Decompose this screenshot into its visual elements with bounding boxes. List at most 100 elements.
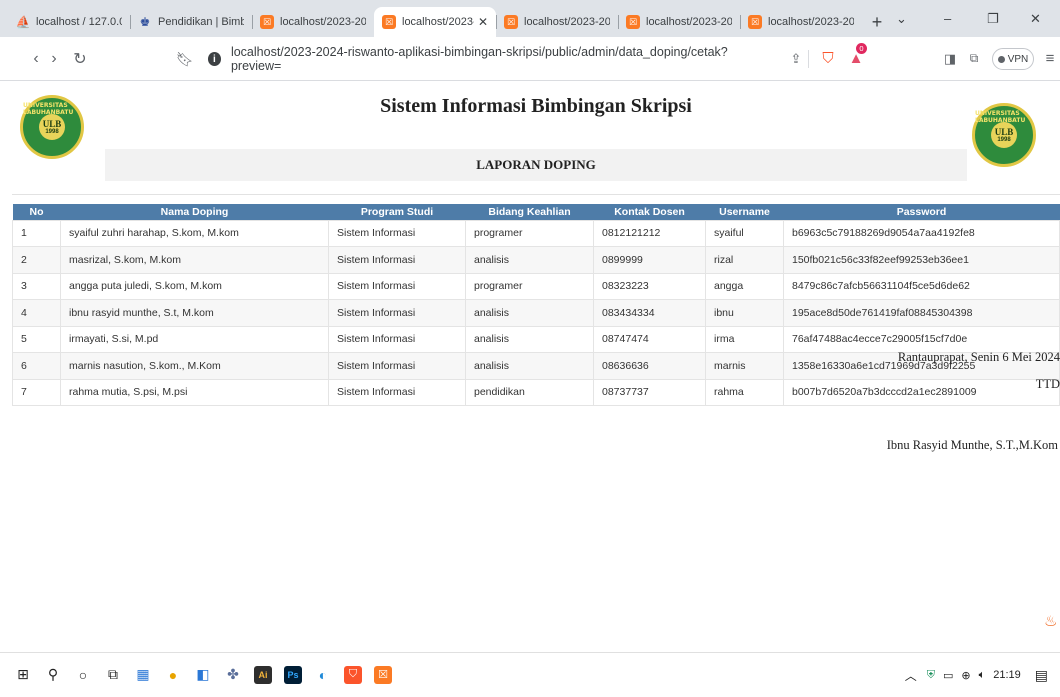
tab-pendidikan[interactable]: ♚ Pendidikan | Bimbing <box>130 7 252 37</box>
table-cell: Sistem Informasi <box>328 246 466 274</box>
table-cell: analisis <box>465 325 594 353</box>
close-window-button[interactable]: ✕ <box>1030 0 1050 37</box>
table-cell: marnis nasution, S.kom., M.Kom <box>60 352 329 380</box>
university-logo-right: UNIVERSITAS LABUHANBATU ULB 1998 <box>972 103 1036 167</box>
xampp-icon: ☒ <box>260 15 274 29</box>
table-row: 2 masrizal, S.kom, M.kom Sistem Informasi a… <box>12 246 1060 274</box>
bookmark-icon[interactable]: 🔖︎ <box>176 51 194 68</box>
vpn-button[interactable]: VPN <box>992 48 1034 70</box>
report-system-title: Sistem Informasi Bimbingan Skripsi <box>380 95 692 117</box>
table-cell: Sistem Informasi <box>328 272 466 300</box>
minimize-button[interactable]: – <box>944 0 964 37</box>
store-icon[interactable]: ▦ <box>134 666 152 684</box>
pendidikan-icon: ♚ <box>139 15 151 29</box>
tab-title: localhost/2023-2 <box>402 16 474 28</box>
photoshop-icon[interactable]: Ps <box>284 665 302 684</box>
wallet-icon[interactable]: ⧉ <box>962 47 986 71</box>
table-cell: b6963c5c79188269d9054a7aa4192fe8 <box>783 219 1060 247</box>
tab-title: localhost/2023-2024 <box>524 16 610 28</box>
table-row: 1 syaiful zuhri harahap, S.kom, M.kom Sist… <box>12 219 1060 247</box>
table-cell: irma <box>705 325 784 353</box>
table-cell: 76af47488ac4ecce7c29005f15cf7d0e <box>783 325 1060 353</box>
network-icon[interactable]: ⊕ <box>961 669 970 682</box>
windows-start-icon[interactable]: ⊞ <box>14 666 32 684</box>
tab-localhost-4[interactable]: ☒ localhost/2023-2024 <box>618 7 740 37</box>
table-cell: rahma mutia, S.psi, M.psi <box>60 378 329 406</box>
tab-search-chevron-icon[interactable]: ⌄ <box>896 0 916 37</box>
tab-title: localhost/2023-2024 <box>768 16 854 28</box>
column-header: Kontak Dosen <box>593 204 706 220</box>
table-cell: programer <box>465 272 594 300</box>
close-icon[interactable]: ✕ <box>478 15 488 29</box>
table-cell: programer <box>465 219 594 247</box>
forward-button[interactable]: › <box>42 47 66 71</box>
system-tray: ︿ ⛨ ▭ ⊕ 🔈︎ 21:19 ▤ <box>905 653 1060 697</box>
table-cell: 5 <box>12 325 61 353</box>
table-cell: irmayati, S.si, M.pd <box>60 325 329 353</box>
address-bar[interactable]: 🔖︎ i localhost/2023-2024-riswanto-aplika… <box>176 45 746 73</box>
security-icon[interactable]: ⛨ <box>927 669 935 682</box>
flame-icon[interactable]: ♨ <box>1044 612 1057 630</box>
report-header: UNIVERSITAS LABUHANBATU ULB 1998 Sistem … <box>12 87 1060 195</box>
place-date: Rantauprapat, Senin 6 Mei 2024 <box>897 350 1060 364</box>
tab-localhost-3[interactable]: ☒ localhost/2023-2024 <box>496 7 618 37</box>
cortana-icon[interactable]: ○ <box>74 666 92 684</box>
tab-title: localhost / 127.0.0.1 <box>36 16 122 28</box>
table-cell: angga puta juledi, S.kom, M.kom <box>60 272 329 300</box>
volume-icon[interactable]: 🔈︎ <box>979 669 986 682</box>
windows-taskbar: ⊞ ⚲ ○ ⧉ ▦ ● ◧ ✤ Ai Ps ◐ ⛉ ☒ ︿ ⛨ ▭ ⊕ 🔈︎ 2… <box>0 652 1060 696</box>
table-cell: pendidikan <box>465 378 594 406</box>
table-cell: analisis <box>465 352 594 380</box>
table-cell: 4 <box>12 299 61 327</box>
column-header: Username <box>705 204 784 220</box>
tab-localhost-5[interactable]: ☒ localhost/2023-2024 <box>740 7 862 37</box>
xampp-icon[interactable]: ☒ <box>374 665 392 684</box>
battery-icon[interactable]: ▭ <box>943 669 953 682</box>
chevron-up-icon[interactable]: ︿ <box>905 667 917 684</box>
task-view-icon[interactable]: ⧉ <box>104 666 122 684</box>
table-cell: analisis <box>465 299 594 327</box>
restore-button[interactable]: ❐ <box>987 0 1007 37</box>
column-header: Program Studi <box>328 204 466 220</box>
table-cell: rahma <box>705 378 784 406</box>
menu-icon[interactable]: ≡ <box>1038 47 1060 71</box>
search-icon[interactable]: ⚲ <box>44 666 62 684</box>
table-cell: 8479c86c7afcb56631104f5ce5d6de62 <box>783 272 1060 300</box>
table-cell: 6 <box>12 352 61 380</box>
tab-title: Pendidikan | Bimbing <box>158 16 244 28</box>
notification-icon[interactable]: ▤ <box>1035 667 1048 684</box>
table-cell: Sistem Informasi <box>328 325 466 353</box>
phpmyadmin-icon: ⛵ <box>15 15 31 29</box>
table-cell: 08636636 <box>593 352 706 380</box>
illustrator-icon[interactable]: Ai <box>254 665 272 684</box>
table-cell: 0899999 <box>593 246 706 274</box>
brave-icon[interactable]: ⛉ <box>344 665 362 684</box>
ttd-label: TTD <box>1035 377 1060 391</box>
brave-shield-icon[interactable]: ⛉ <box>816 47 840 71</box>
column-header: No <box>12 204 61 220</box>
app-icon[interactable]: ✤ <box>224 666 242 684</box>
reload-button[interactable]: ↻ <box>68 47 92 71</box>
site-info-icon[interactable]: i <box>207 52 221 66</box>
tab-phpmyadmin[interactable]: ⛵ localhost / 127.0.0.1 <box>8 7 130 37</box>
vscode-icon[interactable]: ◧ <box>194 666 212 684</box>
table-cell: marnis <box>705 352 784 380</box>
table-row: 5 irmayati, S.si, M.pd Sistem Informasi ana… <box>12 325 1060 353</box>
new-tab-button[interactable]: + <box>862 7 892 37</box>
table-cell: Sistem Informasi <box>328 378 466 406</box>
clock[interactable]: 21:19 <box>993 669 1021 681</box>
xampp-icon: ☒ <box>626 15 640 29</box>
share-icon[interactable]: ⇪ <box>784 47 808 71</box>
edge-icon[interactable]: ◐ <box>314 666 332 684</box>
table-row: 4 ibnu rasyid munthe, S.t, M.kom Sistem In… <box>12 299 1060 327</box>
report-page: UNIVERSITAS LABUHANBATU ULB 1998 Sistem … <box>0 82 1060 652</box>
tab-localhost-active[interactable]: ☒ localhost/2023-2 ✕ <box>374 7 496 37</box>
chrome-icon[interactable]: ● <box>164 666 182 684</box>
url-text[interactable]: localhost/2023-2024-riswanto-aplikasi-bi… <box>231 45 746 73</box>
table-cell: rizal <box>705 246 784 274</box>
table-cell: syaiful <box>705 219 784 247</box>
table-cell: angga <box>705 272 784 300</box>
logo-year: 1998 <box>45 128 59 135</box>
tab-localhost-1[interactable]: ☒ localhost/2023-2024 <box>252 7 374 37</box>
sidebar-icon[interactable]: ◨ <box>938 47 962 71</box>
